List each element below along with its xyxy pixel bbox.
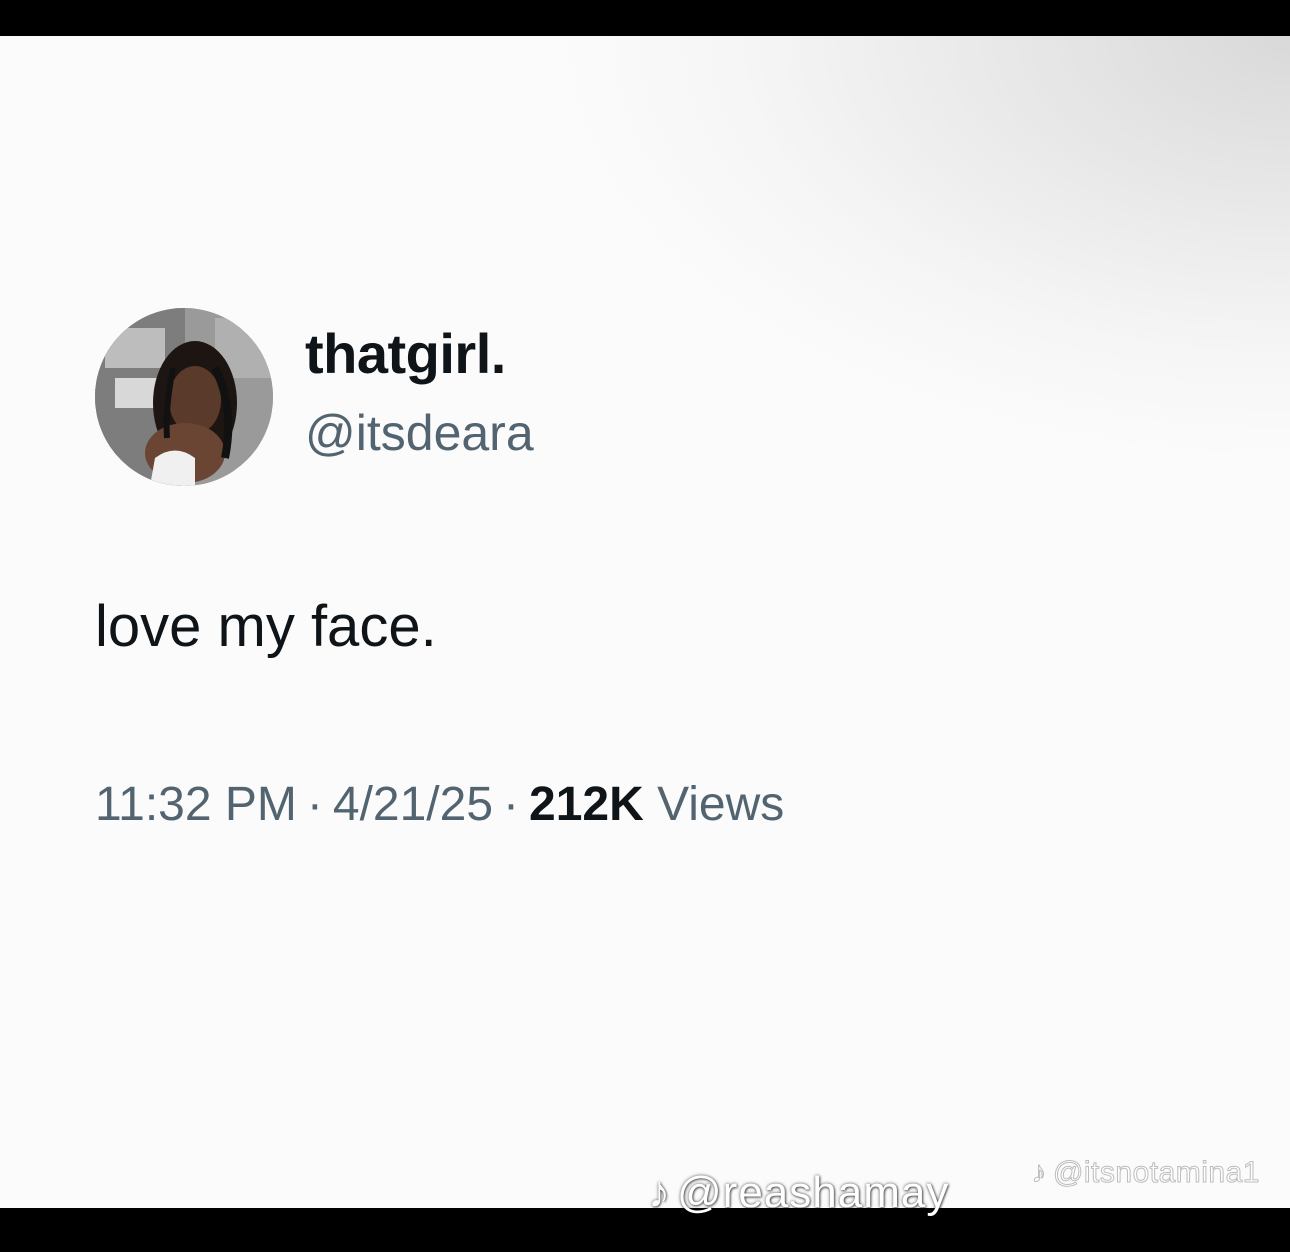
meta-separator: · bbox=[306, 778, 323, 831]
tiktok-note-icon: ♪ bbox=[648, 1168, 671, 1217]
tweet-date[interactable]: 4/21/25 bbox=[333, 778, 493, 831]
tiktok-note-icon: ♪ bbox=[1031, 1156, 1047, 1190]
display-name[interactable]: thatgirl. bbox=[305, 326, 506, 382]
meta-separator: · bbox=[503, 778, 520, 831]
avatar[interactable] bbox=[95, 308, 273, 486]
primary-watermark: ♪ @reashamay bbox=[648, 1168, 949, 1218]
views-count: 212K bbox=[529, 778, 644, 831]
primary-watermark-text: @reashamay bbox=[677, 1168, 950, 1217]
secondary-watermark-text: @itsnotamina1 bbox=[1052, 1156, 1260, 1190]
tweet-time[interactable]: 11:32 PM bbox=[95, 778, 297, 831]
tweet-text: love my face. bbox=[95, 594, 437, 659]
tweet-card: thatgirl. @itsdeara love my face. 11:32 … bbox=[0, 36, 1290, 1208]
tweet-meta: 11:32 PM · 4/21/25 · 212K Views bbox=[95, 781, 784, 829]
profile-photo bbox=[95, 308, 273, 486]
video-frame: thatgirl. @itsdeara love my face. 11:32 … bbox=[0, 0, 1290, 1252]
views-label: Views bbox=[657, 778, 785, 831]
secondary-watermark: ♪ @itsnotamina1 bbox=[1031, 1156, 1260, 1190]
user-handle[interactable]: @itsdeara bbox=[305, 408, 534, 458]
